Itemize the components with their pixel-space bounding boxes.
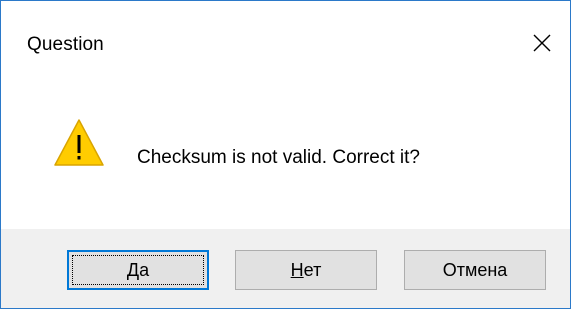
yes-mnemonic: Д bbox=[126, 259, 140, 280]
window-title: Question bbox=[27, 34, 104, 55]
close-icon bbox=[533, 34, 551, 52]
question-dialog: Question Checksum is not valid. Correct … bbox=[0, 0, 571, 309]
no-button[interactable]: Нет bbox=[235, 250, 377, 290]
cancel-button[interactable]: Отмена bbox=[404, 250, 546, 290]
dialog-message: Checksum is not valid. Correct it? bbox=[137, 147, 420, 168]
dialog-content: Checksum is not valid. Correct it? bbox=[1, 87, 570, 229]
title-bar: Question bbox=[1, 1, 570, 87]
yes-button[interactable]: Да bbox=[67, 250, 209, 290]
close-button[interactable] bbox=[514, 15, 570, 71]
button-bar: Да Нет Отмена bbox=[1, 229, 570, 308]
no-label-rest: ет bbox=[303, 259, 322, 280]
no-mnemonic: Н bbox=[290, 259, 304, 280]
warning-icon bbox=[54, 119, 104, 166]
cancel-label: Отмена bbox=[442, 259, 508, 280]
yes-label-rest: а bbox=[139, 259, 150, 280]
